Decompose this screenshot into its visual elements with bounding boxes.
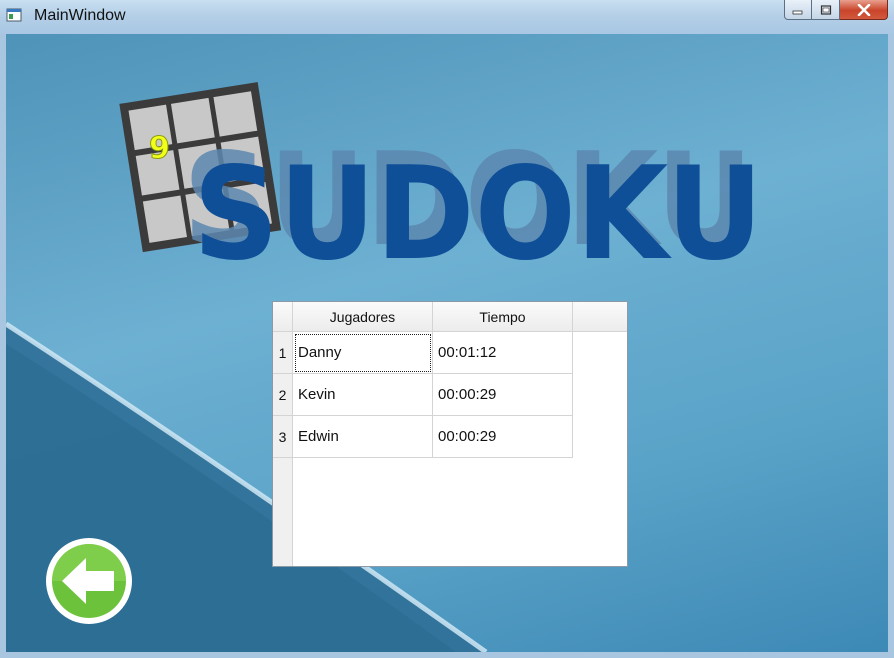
cell-player[interactable]: Kevin — [293, 374, 433, 416]
cell-time[interactable]: 00:01:12 — [433, 332, 573, 374]
minimize-icon — [792, 10, 803, 14]
table-row[interactable]: 1 Danny 00:01:12 — [273, 332, 573, 374]
cell-time[interactable]: 00:00:29 — [433, 374, 573, 416]
maximize-button[interactable] — [812, 0, 840, 20]
window-frame-bottom — [0, 652, 894, 658]
column-header-tiempo[interactable]: Tiempo — [433, 302, 573, 332]
row-header[interactable]: 3 — [273, 416, 293, 458]
cell-time[interactable]: 00:00:29 — [433, 416, 573, 458]
table-row[interactable]: 3 Edwin 00:00:29 — [273, 416, 573, 458]
header-filler — [573, 302, 627, 332]
title-bar: MainWindow — [0, 0, 894, 34]
table-row[interactable]: 2 Kevin 00:00:29 — [273, 374, 573, 416]
maximize-icon — [820, 4, 831, 15]
close-button[interactable] — [840, 0, 888, 20]
cell-player[interactable]: Danny — [293, 332, 433, 374]
close-icon — [857, 3, 870, 16]
logo-title-text: SUDOKU — [193, 140, 763, 282]
sudoku-logo: 9 SUDOKU SUDOKU — [119, 82, 763, 282]
minimize-button[interactable] — [784, 0, 812, 20]
app-icon — [6, 8, 22, 22]
column-header-jugadores[interactable]: Jugadores — [293, 302, 433, 332]
cell-player[interactable]: Edwin — [293, 416, 433, 458]
scores-table[interactable]: Jugadores Tiempo 1 Danny 00:01:12 2 Kevi… — [272, 301, 628, 567]
logo-grid-digit: 9 — [149, 131, 170, 166]
window-controls — [784, 0, 888, 22]
row-header[interactable]: 2 — [273, 374, 293, 416]
table-corner-button[interactable] — [273, 302, 293, 332]
row-header[interactable]: 1 — [273, 332, 293, 374]
window-frame-right — [888, 34, 894, 658]
row-header-filler — [273, 458, 293, 566]
main-content: 9 SUDOKU SUDOKU Jugadores Tiempo 1 Danny… — [6, 34, 888, 652]
back-button[interactable] — [44, 536, 134, 626]
window-title: MainWindow — [34, 7, 126, 24]
